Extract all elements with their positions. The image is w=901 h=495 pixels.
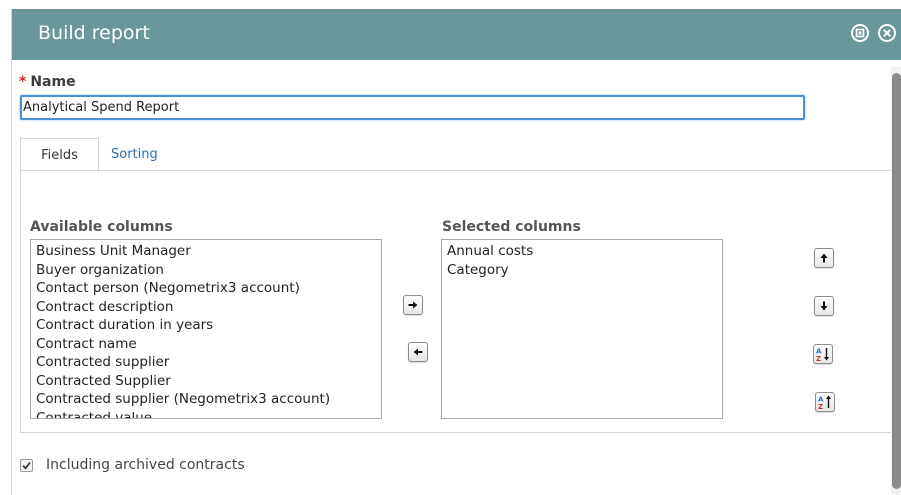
- add-column-button[interactable]: [403, 295, 423, 315]
- arrow-down-icon: [820, 301, 828, 311]
- list-item[interactable]: Contact person (Negometrix3 account): [31, 279, 381, 298]
- name-label: * Name: [19, 74, 76, 90]
- archived-contracts-option[interactable]: Including archived contracts: [20, 456, 245, 474]
- dialog-titlebar: Build report: [12, 9, 901, 60]
- selected-columns-list[interactable]: Annual costs Category: [441, 239, 723, 419]
- arrow-left-icon: [413, 348, 423, 356]
- checkmark-icon: [22, 461, 31, 470]
- list-item[interactable]: Buyer organization: [31, 261, 381, 280]
- list-item[interactable]: Annual costs: [442, 242, 722, 261]
- svg-text:Z: Z: [818, 403, 823, 410]
- list-item[interactable]: Contracted Supplier: [31, 372, 381, 391]
- list-item[interactable]: Contracted supplier (Negometrix3 account…: [31, 390, 381, 409]
- svg-text:Z: Z: [816, 355, 821, 362]
- arrow-up-icon: [820, 253, 828, 263]
- list-item[interactable]: Contracted value: [31, 409, 381, 419]
- available-columns-list[interactable]: Business Unit Manager Buyer organization…: [30, 239, 382, 419]
- tab-fields[interactable]: Fields: [20, 138, 99, 173]
- list-item[interactable]: Contract name: [31, 335, 381, 354]
- maximize-icon[interactable]: [851, 24, 869, 42]
- scrollbar-thumb[interactable]: [892, 73, 901, 489]
- vertical-scrollbar[interactable]: [891, 67, 901, 495]
- list-item[interactable]: Contract description: [31, 298, 381, 317]
- sort-ascending-icon: A Z: [816, 348, 829, 362]
- list-item[interactable]: Contracted supplier: [31, 353, 381, 372]
- list-item[interactable]: Business Unit Manager: [31, 242, 381, 261]
- name-label-text: Name: [30, 74, 76, 90]
- close-icon[interactable]: [878, 24, 896, 42]
- remove-column-button[interactable]: [408, 342, 428, 362]
- arrow-right-icon: [408, 301, 418, 309]
- required-marker: *: [19, 74, 27, 90]
- tab-sorting[interactable]: Sorting: [111, 138, 158, 171]
- list-item[interactable]: Category: [442, 261, 722, 280]
- move-up-button[interactable]: [814, 248, 834, 268]
- archived-contracts-label: Including archived contracts: [46, 457, 245, 473]
- archived-contracts-checkbox[interactable]: [20, 458, 33, 472]
- list-item[interactable]: Contract duration in years: [31, 316, 381, 335]
- sort-ascending-button[interactable]: A Z: [813, 344, 833, 364]
- report-name-input[interactable]: [20, 95, 805, 120]
- sort-descending-icon: A Z: [818, 395, 831, 410]
- move-down-button[interactable]: [814, 296, 834, 316]
- dialog-title: Build report: [38, 22, 150, 44]
- sort-descending-button[interactable]: A Z: [815, 392, 835, 412]
- available-columns-label: Available columns: [30, 219, 173, 235]
- selected-columns-label: Selected columns: [442, 219, 581, 235]
